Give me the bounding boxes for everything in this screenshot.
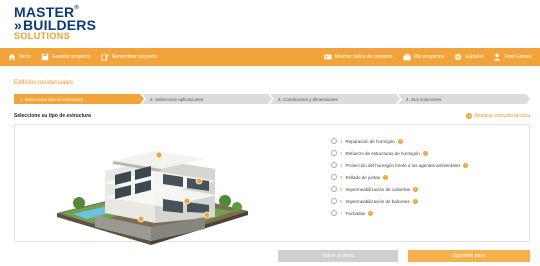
nav-rename-label: Renombrar proyecto xyxy=(111,54,158,60)
nav-contact-data[interactable]: Mostrar datos de contacto xyxy=(324,53,393,61)
top-navbar: Inicio Guardar proyecto Renombrar proyec… xyxy=(0,48,540,66)
option-label: Sellado de juntas xyxy=(345,174,381,180)
nav-language[interactable]: Español xyxy=(454,53,483,61)
structure-type-label: Seleccione su tipo de estructura xyxy=(14,113,91,119)
save-icon xyxy=(41,53,48,61)
page-title: Edificios residenciales xyxy=(14,80,74,86)
option-radio[interactable] xyxy=(331,150,337,156)
navbar-left-group: Inicio Guardar proyecto Renombrar proyec… xyxy=(8,53,157,61)
user-icon xyxy=(494,53,501,61)
logo-line-builders: »BUILDERS xyxy=(14,16,97,33)
progress-stepper: 1. Seleccione tipo de estructura 2. Sele… xyxy=(14,94,530,104)
back-to-start-button[interactable]: Volver al inicio xyxy=(278,250,398,262)
info-icon[interactable]: i xyxy=(463,162,469,168)
option-radio[interactable] xyxy=(331,162,337,168)
option-radio[interactable] xyxy=(331,186,337,192)
id-card-icon xyxy=(324,54,332,60)
option-item[interactable]: 2 Refuerzo de estructuras de hormigón i xyxy=(331,147,468,159)
info-icon[interactable]: i xyxy=(397,138,403,144)
option-item[interactable]: 1 Reparación de hormigón i xyxy=(331,135,468,147)
briefcase-icon xyxy=(402,53,411,61)
nav-user[interactable]: Ariel Gómez xyxy=(493,53,532,61)
info-icon[interactable]: i xyxy=(368,210,374,216)
option-label: Fachadas xyxy=(345,210,366,216)
structure-options: 1 Reparación de hormigón i 2 Refuerzo de… xyxy=(331,135,469,219)
question-icon: ? xyxy=(466,113,473,119)
step-1[interactable]: 1. Seleccione tipo de estructura xyxy=(14,94,144,104)
option-radio[interactable] xyxy=(331,210,337,216)
option-radio[interactable] xyxy=(331,198,337,204)
nav-home-label: Inicio xyxy=(19,54,31,60)
step-4[interactable]: 4. Sus soluciones xyxy=(398,94,530,104)
option-label: Refuerzo de estructuras de hormigón xyxy=(345,150,420,156)
option-label: Reparación de hormigón xyxy=(345,138,395,144)
option-item[interactable]: 3 Protección del hormigón frente a los a… xyxy=(331,159,469,171)
step-3[interactable]: 3. Condiciones y dimensiones xyxy=(270,94,400,104)
building-illustration xyxy=(57,151,248,245)
nav-rename-project[interactable]: Renombrar proyecto xyxy=(101,53,158,61)
info-icon[interactable]: i xyxy=(413,186,419,192)
edit-icon xyxy=(101,54,109,61)
home-icon xyxy=(8,53,16,61)
nav-save-label: Guardar proyecto xyxy=(51,54,91,60)
step-2[interactable]: 2. Seleccione aplicaciones xyxy=(142,94,272,104)
technical-consult-link[interactable]: ? Realizar consulta técnica xyxy=(466,113,530,119)
navbar-right-group: Mostrar datos de contacto Mis proyectos … xyxy=(324,53,532,61)
nav-my-projects[interactable]: Mis proyectos xyxy=(402,53,445,61)
info-icon[interactable]: i xyxy=(383,174,389,180)
nav-contact-label: Mostrar datos de contacto xyxy=(334,54,393,60)
info-icon[interactable]: i xyxy=(422,150,428,156)
globe-icon xyxy=(455,53,462,61)
option-radio[interactable] xyxy=(331,138,337,144)
brand-logo: MASTER® »BUILDERS SOLUTIONS xyxy=(14,5,97,41)
option-item[interactable]: 6 Impermeabilización de balcones i xyxy=(331,195,468,207)
option-item[interactable]: 5 Impermeabilización de cubiertas i xyxy=(331,183,468,195)
option-label: Impermeabilización de balcones xyxy=(345,198,410,204)
logo-line-solutions: SOLUTIONS xyxy=(14,30,71,41)
structure-panel: 1 Reparación de hormigón i 2 Refuerzo de… xyxy=(14,124,530,245)
option-label: Impermeabilización de cubiertas xyxy=(345,186,411,192)
nav-my-projects-label: Mis proyectos xyxy=(413,54,445,60)
next-step-button[interactable]: Siguiente paso xyxy=(408,250,530,262)
info-icon[interactable]: i xyxy=(412,198,418,204)
option-item[interactable]: 4 Sellado de juntas i xyxy=(331,171,468,183)
nav-home[interactable]: Inicio xyxy=(8,53,31,61)
option-label: Protección del hormigón frente a los age… xyxy=(345,162,461,168)
nav-language-label: Español xyxy=(465,54,484,60)
option-radio[interactable] xyxy=(331,174,337,180)
technical-consult-label: Realizar consulta técnica xyxy=(474,113,530,119)
nav-user-label: Ariel Gómez xyxy=(504,54,532,60)
option-item[interactable]: 7 Fachadas i xyxy=(331,207,468,219)
nav-save-project[interactable]: Guardar proyecto xyxy=(41,53,91,61)
